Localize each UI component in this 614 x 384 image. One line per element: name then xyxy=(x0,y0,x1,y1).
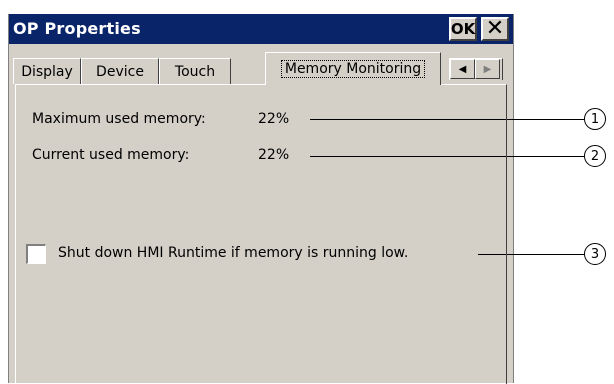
op-properties-dialog: OP Properties OK ✕ Display Device Touch … xyxy=(8,14,514,384)
tab-label: Memory Monitoring xyxy=(280,60,426,78)
chevron-left-icon[interactable]: ◀ xyxy=(450,59,475,79)
chevron-right-icon[interactable]: ▶ xyxy=(475,59,500,79)
tab-touch[interactable]: Touch xyxy=(159,58,231,84)
tab-label: Device xyxy=(96,63,144,80)
tab-display[interactable]: Display xyxy=(13,58,81,84)
close-icon[interactable]: ✕ xyxy=(481,17,509,41)
callout-2: 2 xyxy=(584,145,606,167)
tab-scroll-arrows: ◀ ▶ xyxy=(449,58,503,80)
dialog-title: OP Properties xyxy=(13,19,141,38)
tab-label: Touch xyxy=(174,63,216,80)
title-bar: OP Properties OK ✕ xyxy=(9,14,513,44)
ok-button[interactable]: OK xyxy=(449,17,477,41)
callout-1: 1 xyxy=(584,108,606,130)
memory-monitoring-panel xyxy=(15,84,507,384)
tab-memory-monitoring[interactable]: Memory Monitoring xyxy=(265,52,441,85)
tab-device[interactable]: Device xyxy=(81,58,159,84)
tab-label: Display xyxy=(21,63,73,80)
callout-3: 3 xyxy=(584,243,606,265)
